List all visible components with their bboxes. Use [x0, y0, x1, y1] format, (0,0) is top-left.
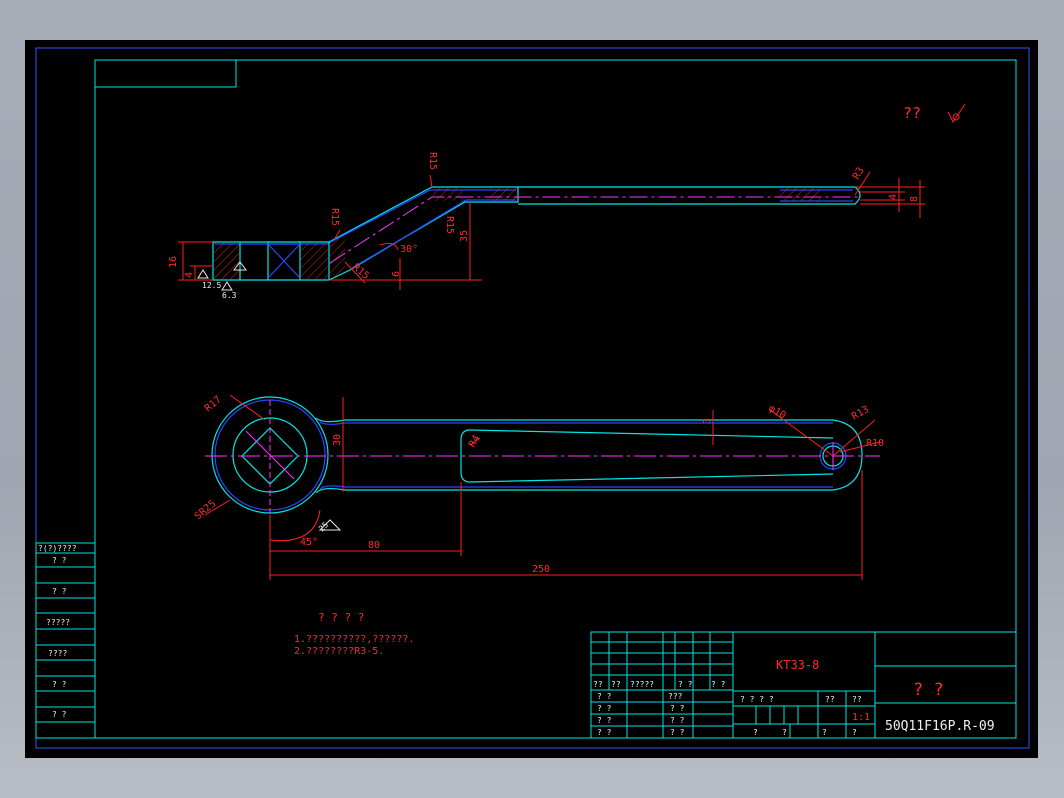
top-left-code-box: [94, 59, 237, 88]
svg-text:??: ??: [593, 680, 603, 689]
svg-text:? ?: ? ?: [52, 680, 67, 689]
dim-r13: R13: [850, 404, 871, 423]
svg-text:? ?: ? ?: [670, 716, 685, 725]
plan-view-labels: R17 SR25 30 3 R4 φ10 R13 R10 45° 80 250 …: [193, 394, 884, 575]
scale-value: 1:1: [852, 712, 870, 723]
plan-view: [204, 394, 881, 580]
left-revision-block: ?(?)???? ? ? ? ? ????? ???? ? ? ? ?: [35, 542, 96, 739]
dim-35: 35: [459, 230, 470, 242]
dim-r3: R3: [851, 166, 867, 182]
drawing-number: 50Q11F16P.R-09: [885, 719, 995, 734]
roughness-6-3: 6.3: [222, 291, 237, 300]
dim-6: 6: [391, 271, 402, 277]
note-2: 2.????????R3-5.: [294, 646, 384, 657]
dim-r4: R4: [467, 434, 483, 450]
dim-8: 8: [909, 196, 920, 202]
svg-text:???: ???: [668, 692, 683, 701]
svg-text:?: ?: [852, 728, 857, 737]
dim-r17: R17: [203, 394, 224, 414]
svg-text:? ?: ? ?: [597, 704, 612, 713]
svg-text:? ?: ? ?: [670, 704, 685, 713]
dim-250: 250: [532, 564, 550, 575]
svg-text:? ?: ? ?: [597, 716, 612, 725]
svg-text:?: ?: [822, 728, 827, 737]
svg-text:? ?: ? ?: [52, 556, 67, 565]
dim-angle-30: 30°: [400, 244, 418, 255]
sheet-outer-border: [35, 47, 1030, 749]
svg-text:??: ??: [611, 680, 621, 689]
side-view-labels: R15 R15 R15 R15 R3 30° 35 16 6 4 4 8 12.…: [168, 152, 920, 300]
svg-text:?: ?: [782, 728, 787, 737]
dim-angle-45: 45°: [300, 537, 318, 548]
svg-text:?: ?: [753, 728, 758, 737]
dim-sr25: SR25: [193, 498, 219, 522]
notes-title: ? ? ? ?: [318, 611, 364, 624]
svg-text:????: ????: [48, 649, 67, 658]
side-view: [178, 171, 925, 291]
dim-4-right: 4: [888, 194, 899, 200]
svg-text:? ?: ? ?: [52, 587, 67, 596]
dim-r10: R10: [866, 438, 884, 449]
dim-4-left: 4: [184, 272, 195, 278]
note-1: 1.??????????,??????.: [294, 634, 414, 645]
cad-viewport[interactable]: R15 R15 R15 R15 R3 30° 35 16 6 4 4 8 12.…: [25, 40, 1038, 758]
sheet-inner-frame: [94, 59, 1017, 739]
svg-text:? ? ? ?: ? ? ? ?: [740, 695, 774, 704]
roughness-label: ??: [903, 104, 921, 122]
svg-text:? ?: ? ?: [52, 710, 67, 719]
title-block: KT33-8 50Q11F16P.R-09 ? ? 1:1 ?? ?? ????…: [590, 631, 1017, 739]
svg-text:?????: ?????: [46, 618, 70, 627]
svg-text:? ?: ? ?: [597, 728, 612, 737]
dim-r15-c: R15: [444, 216, 455, 234]
svg-text:? ?: ? ?: [711, 680, 726, 689]
svg-text:? ?: ? ?: [670, 728, 685, 737]
svg-text:?(?)????: ?(?)????: [38, 544, 77, 553]
dim-80: 80: [368, 540, 380, 551]
dim-r15-a: R15: [427, 152, 438, 170]
dim-16: 16: [168, 256, 179, 268]
dim-r15-b: R15: [329, 208, 340, 226]
svg-text:? ?: ? ?: [597, 692, 612, 701]
dim-30: 30: [332, 434, 343, 446]
dim-3: 3: [702, 418, 713, 424]
svg-text:? ?: ? ?: [678, 680, 693, 689]
dim-r15-d: R15: [350, 262, 371, 282]
roughness-check-icon: [947, 103, 966, 123]
roughness-12-5: 12.5: [202, 281, 221, 290]
svg-text:??: ??: [825, 695, 835, 704]
part-name: KT33-8: [776, 658, 819, 672]
svg-text:?????: ?????: [630, 680, 654, 689]
svg-text:??: ??: [852, 695, 862, 704]
dim-phi10: φ10: [767, 403, 788, 422]
company-name: ? ?: [913, 680, 944, 700]
